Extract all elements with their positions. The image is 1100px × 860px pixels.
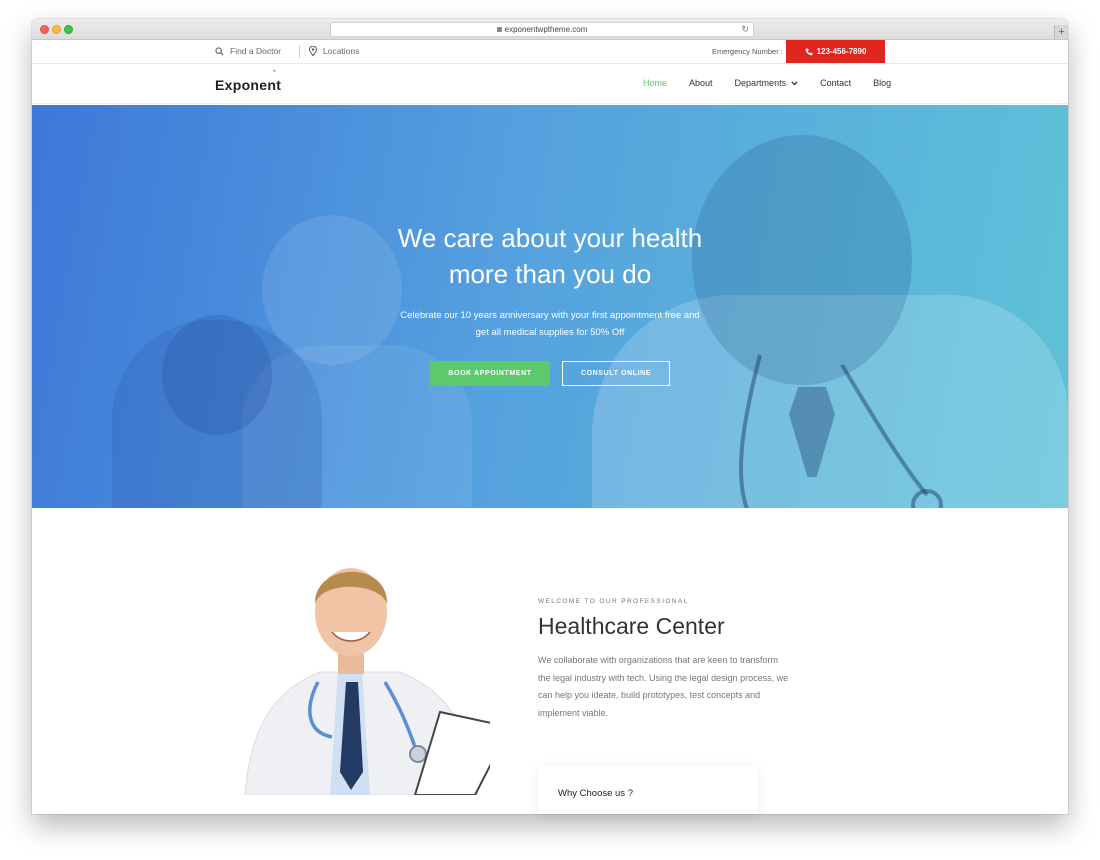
why-choose-us-card: Why Choose us ? <box>538 766 758 814</box>
location-pin-icon <box>309 46 317 56</box>
section-title: Healthcare Center <box>538 613 725 639</box>
lock-icon <box>496 27 502 32</box>
search-icon <box>215 46 224 55</box>
main-navigation: Exponent ˆ Home About Departments Contac… <box>32 64 1068 104</box>
address-bar[interactable]: exponentwptheme.com ↻ <box>330 22 754 37</box>
section-body: We collaborate with organizations that a… <box>538 652 808 722</box>
nav-item-departments-label: Departments <box>734 78 787 88</box>
hero-title-line: more than you do <box>448 259 652 289</box>
hero-banner: We care about your health more than you … <box>32 105 1068 508</box>
stethoscope-icon <box>739 354 943 508</box>
hero-title: We care about your health more than you … <box>350 220 750 292</box>
book-appointment-button[interactable]: BOOK APPOINTMENT <box>430 361 550 386</box>
emergency-label: Emergency Number : <box>712 47 783 56</box>
hero-photo-figure <box>162 315 272 435</box>
find-doctor-label: Find a Doctor <box>230 46 282 56</box>
hero-subtitle-line: Celebrate our 10 years anniversary with … <box>400 310 700 321</box>
top-info-bar: Find a Doctor Locations Emergency Number… <box>32 40 1068 64</box>
hero-subtitle: Celebrate our 10 years anniversary with … <box>350 307 750 341</box>
find-doctor-link[interactable]: Find a Doctor <box>215 46 281 56</box>
section-body-line: implement viable. <box>538 707 609 718</box>
emergency-phone-number: 123-456-7890 <box>816 47 867 56</box>
locations-link[interactable]: Locations <box>309 46 359 56</box>
nav-item-about[interactable]: About <box>689 78 713 88</box>
section-body-line: can help you ideate, build prototypes, t… <box>538 690 761 700</box>
logo-caret-mark: ˆ <box>273 69 276 79</box>
browser-titlebar: exponentwptheme.com ↻ + <box>32 19 1068 40</box>
phone-icon <box>805 48 812 55</box>
nav-item-contact[interactable]: Contact <box>820 78 851 88</box>
reload-icon[interactable]: ↻ <box>741 23 749 36</box>
close-window-button[interactable] <box>40 25 49 34</box>
locations-label: Locations <box>323 46 360 56</box>
section-body-line: We collaborate with organizations that a… <box>538 655 778 665</box>
site-logo[interactable]: Exponent <box>215 77 281 93</box>
address-url: exponentwptheme.com <box>504 25 588 34</box>
section-body-line: the legal industry with tech. Using the … <box>538 672 789 683</box>
nav-item-departments[interactable]: Departments <box>735 78 799 88</box>
new-tab-button[interactable]: + <box>1054 25 1068 39</box>
why-choose-us-title[interactable]: Why Choose us ? <box>558 788 633 799</box>
zoom-window-button[interactable] <box>64 25 73 34</box>
hero-subtitle-line: get all medical supplies for 50% Off <box>475 327 625 338</box>
hero-title-line: We care about your health <box>397 223 703 253</box>
chevron-down-icon <box>791 80 798 86</box>
nav-item-home[interactable]: Home <box>643 78 667 88</box>
consult-online-button[interactable]: CONSULT ONLINE <box>562 361 670 386</box>
minimize-window-button[interactable] <box>52 25 61 34</box>
doctor-portrait-image <box>244 568 490 795</box>
nav-item-blog[interactable]: Blog <box>873 78 891 88</box>
section-eyebrow: WELCOME TO OUR PROFESSIONAL <box>538 598 689 605</box>
info-divider <box>299 45 300 58</box>
nav-menu: Home About Departments Contact Blog <box>643 78 913 88</box>
emergency-phone-button[interactable]: 123-456-7890 <box>786 40 885 63</box>
